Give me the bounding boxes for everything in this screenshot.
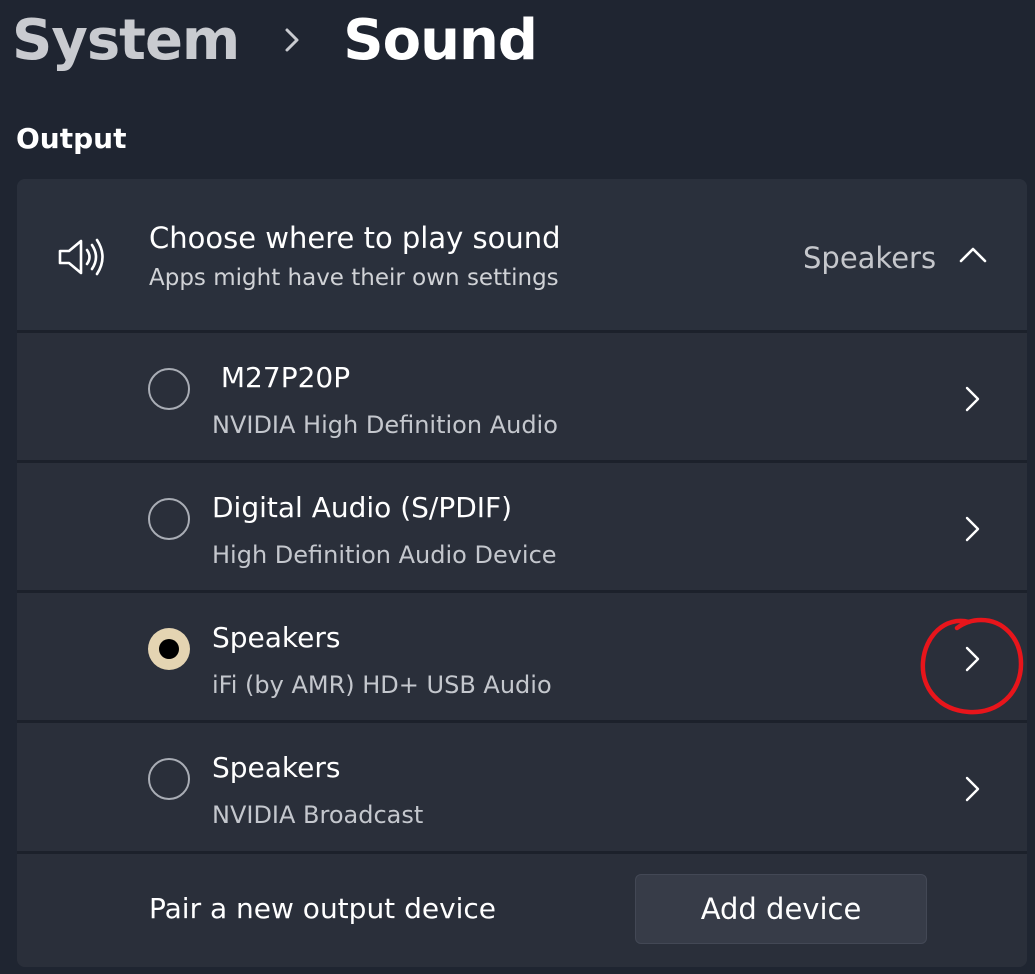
chevron-right-icon[interactable] bbox=[957, 511, 987, 547]
add-device-button[interactable]: Add device bbox=[635, 874, 927, 944]
chevron-right-icon bbox=[285, 28, 299, 52]
page-title: Sound bbox=[343, 7, 538, 73]
device-description: NVIDIA High Definition Audio bbox=[212, 411, 558, 439]
device-radio-button[interactable] bbox=[148, 498, 190, 540]
breadcrumb-system-link[interactable]: System bbox=[12, 8, 240, 73]
device-description: High Definition Audio Device bbox=[212, 541, 557, 569]
output-device-row[interactable]: Digital Audio (S/PDIF) High Definition A… bbox=[17, 463, 1027, 590]
chevron-right-icon[interactable] bbox=[957, 381, 987, 417]
output-device-selector[interactable]: Choose where to play sound Apps might ha… bbox=[17, 179, 1027, 330]
chevron-right-icon[interactable] bbox=[957, 641, 987, 677]
output-selector-subtitle: Apps might have their own settings bbox=[149, 265, 559, 291]
pair-device-row: Pair a new output device Add device bbox=[17, 854, 1027, 967]
speaker-icon bbox=[58, 238, 104, 276]
output-selector-title: Choose where to play sound bbox=[149, 221, 561, 255]
device-name: M27P20P bbox=[212, 361, 351, 394]
section-heading-output: Output bbox=[16, 122, 127, 155]
chevron-up-icon[interactable] bbox=[955, 239, 991, 271]
selected-output-value: Speakers bbox=[803, 241, 937, 275]
device-name: Speakers bbox=[212, 621, 341, 654]
device-radio-button-selected[interactable] bbox=[148, 628, 190, 670]
device-radio-button[interactable] bbox=[148, 758, 190, 800]
output-device-row[interactable]: M27P20P NVIDIA High Definition Audio bbox=[17, 333, 1027, 460]
device-description: iFi (by AMR) HD+ USB Audio bbox=[212, 671, 552, 699]
output-card: Choose where to play sound Apps might ha… bbox=[17, 179, 1027, 967]
pair-device-label: Pair a new output device bbox=[149, 892, 497, 925]
chevron-right-icon[interactable] bbox=[957, 771, 987, 807]
device-radio-button[interactable] bbox=[148, 368, 190, 410]
output-device-row[interactable]: Speakers NVIDIA Broadcast bbox=[17, 723, 1027, 850]
breadcrumb: System Sound bbox=[12, 4, 538, 76]
output-device-row-selected[interactable]: Speakers iFi (by AMR) HD+ USB Audio bbox=[17, 593, 1027, 720]
device-name: Speakers bbox=[212, 751, 341, 784]
device-name: Digital Audio (S/PDIF) bbox=[212, 491, 513, 524]
device-description: NVIDIA Broadcast bbox=[212, 801, 424, 829]
